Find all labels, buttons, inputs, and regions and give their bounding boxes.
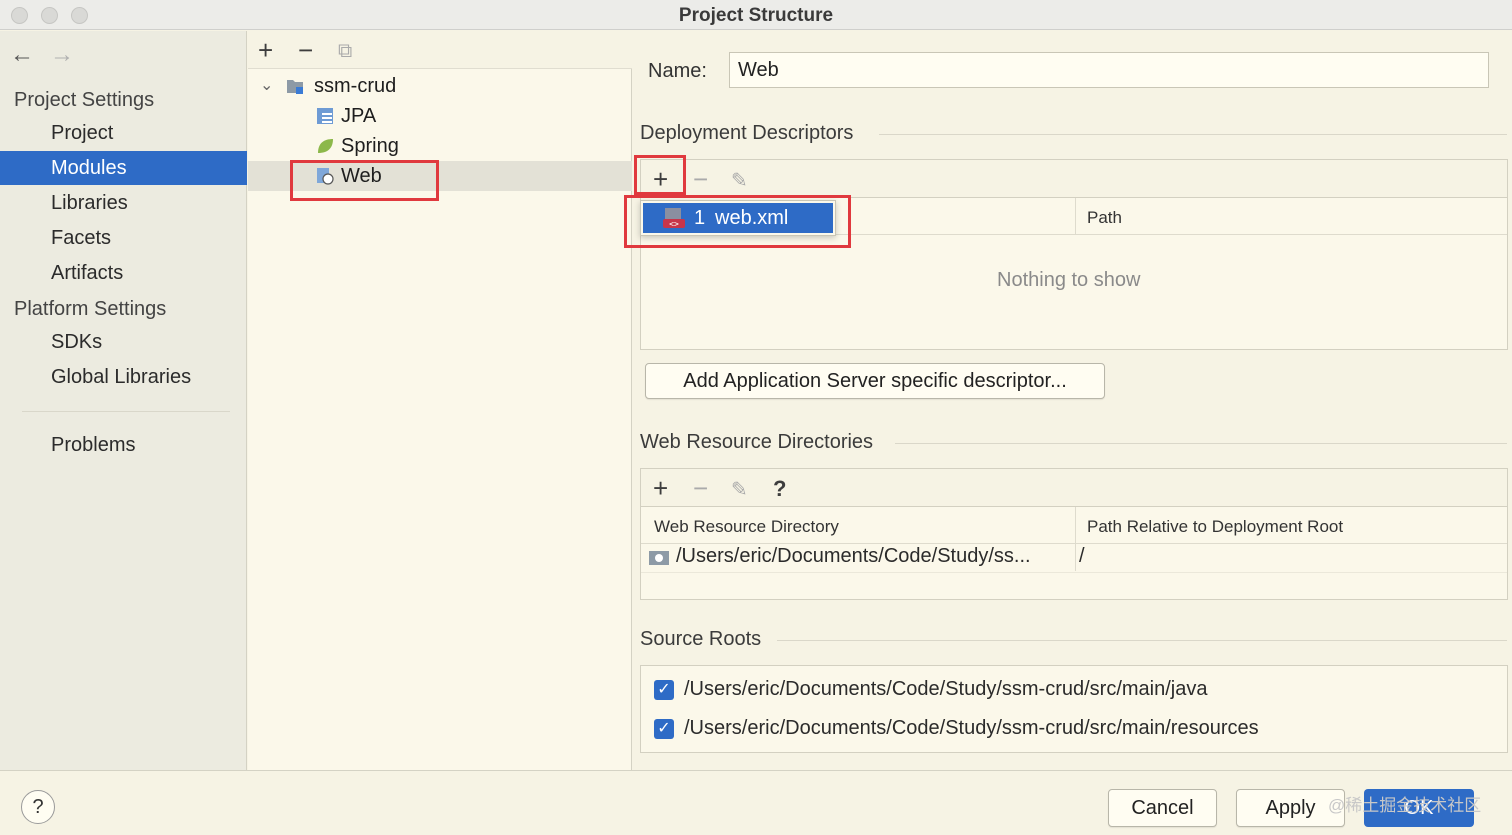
chevron-down-icon[interactable]: ⌄ [260,71,273,101]
tree-label-spring: Spring [341,135,399,157]
forward-arrow-icon[interactable]: → [50,41,74,69]
highlight-web-xml-popup [624,195,851,248]
deployment-col-path: Path [1087,208,1122,227]
nav-item-sdks[interactable]: SDKs [0,325,247,359]
name-input[interactable] [729,52,1489,88]
dialog-button-bar: ? Cancel Apply OK @稀土掘金技术社区 [0,770,1512,835]
tree-row-jpa[interactable]: JPA [248,101,632,131]
relative-path-cell: / [1079,545,1085,567]
window-title: Project Structure [678,5,834,26]
highlight-add-descriptor [634,155,686,195]
nav-item-libraries[interactable]: Libraries [0,186,247,220]
add-server-descriptor-button[interactable]: Add Application Server specific descript… [645,363,1105,399]
module-folder-icon [287,80,303,94]
edit-descriptor-pencil-icon[interactable]: ✎ [731,168,748,194]
jpa-icon [317,108,333,124]
table-row[interactable]: /Users/eric/Documents/Code/Study/ss... / [641,544,1507,572]
section-divider [777,640,1507,641]
nav-item-facets[interactable]: Facets [0,221,247,255]
list-item[interactable]: ✓ /Users/eric/Documents/Code/Study/ssm-c… [641,715,1507,745]
copy-module-icon[interactable]: ⧉ [338,38,352,64]
web-folder-icon [649,551,669,565]
add-web-resource-plus-icon[interactable]: + [653,475,668,501]
facet-details-panel: Name: Deployment Descriptors + − ✎ Path … [633,31,1512,770]
watermark-text: @稀土掘金技术社区 [1328,796,1482,815]
edit-web-resource-pencil-icon[interactable]: ✎ [731,477,748,503]
web-resource-toolbar: + − ✎ ? [641,469,1507,507]
remove-module-minus-icon[interactable]: − [298,37,313,63]
help-button[interactable]: ? [21,790,55,824]
module-tree-panel: + − ⧉ ⌄ ssm-crud JPA Spring Web [248,31,632,770]
tree-label-jpa: JPA [341,105,377,127]
add-module-plus-icon[interactable]: + [258,37,273,63]
name-label: Name: [648,60,707,82]
web-resource-table: + − ✎ ? Web Resource Directory Path Rela… [640,468,1508,600]
nav-divider [22,411,230,412]
row-divider [641,572,1507,573]
source-roots-list: ✓ /Users/eric/Documents/Code/Study/ssm-c… [640,665,1508,753]
nav-item-modules[interactable]: Modules [0,151,247,185]
tree-row-ssm-crud[interactable]: ⌄ ssm-crud [248,71,632,101]
source-root-checkbox-resources[interactable]: ✓ [654,719,674,739]
back-arrow-icon[interactable]: ← [10,41,34,69]
col-path-relative: Path Relative to Deployment Root [1087,517,1344,536]
project-settings-header: Project Settings [14,89,155,111]
left-navigation: ← → Project Settings Project Modules Lib… [0,31,247,770]
nav-item-artifacts[interactable]: Artifacts [0,256,247,290]
section-divider [879,134,1507,135]
source-roots-title: Source Roots [640,628,762,650]
section-divider [895,443,1507,444]
remove-web-resource-minus-icon[interactable]: − [693,475,708,501]
deployment-descriptors-title: Deployment Descriptors [640,122,854,144]
cancel-button[interactable]: Cancel [1108,789,1217,827]
nav-item-project[interactable]: Project [0,116,247,150]
help-question-icon[interactable]: ? [773,476,786,502]
source-root-path: /Users/eric/Documents/Code/Study/ssm-cru… [684,678,1208,700]
web-resource-directories-title: Web Resource Directories [640,431,874,453]
remove-descriptor-minus-icon[interactable]: − [693,166,708,192]
deployment-toolbar: + − ✎ [641,160,1507,198]
highlight-web-node [290,160,439,201]
tree-toolbar: + − ⧉ [248,31,632,69]
nav-item-problems[interactable]: Problems [0,428,247,462]
nav-item-global-libraries[interactable]: Global Libraries [0,360,247,394]
source-root-path: /Users/eric/Documents/Code/Study/ssm-cru… [684,717,1259,739]
col-web-resource-directory: Web Resource Directory [654,517,839,536]
nothing-to-show-text: Nothing to show [997,269,1141,291]
list-item[interactable]: ✓ /Users/eric/Documents/Code/Study/ssm-c… [641,676,1507,706]
deployment-descriptors-table: + − ✎ Path Nothing to show [640,159,1508,350]
title-bar: Project Structure [0,0,1512,30]
spring-leaf-icon [318,139,333,153]
platform-settings-header: Platform Settings [14,298,167,320]
web-resource-directory-cell: /Users/eric/Documents/Code/Study/ss... [676,545,1031,567]
column-divider [1075,198,1076,234]
tree-row-spring[interactable]: Spring [248,131,632,161]
tree-label-root: ssm-crud [314,75,397,97]
source-root-checkbox-java[interactable]: ✓ [654,680,674,700]
